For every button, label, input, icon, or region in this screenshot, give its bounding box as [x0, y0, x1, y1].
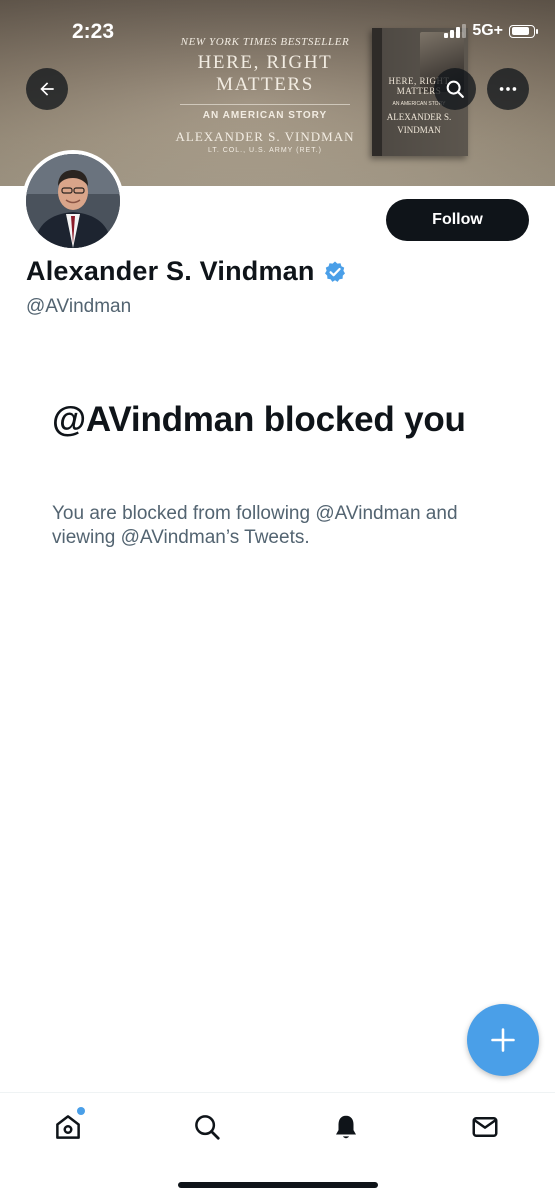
- notification-dot: [77, 1107, 85, 1115]
- network-type: 5G+: [472, 22, 503, 39]
- verified-badge-icon[interactable]: [323, 260, 347, 284]
- book-spine: [372, 28, 382, 156]
- cover-author-line1: ALEXANDER S.: [386, 112, 452, 122]
- signal-icon: [444, 24, 467, 38]
- battery-icon: [509, 24, 538, 38]
- status-time: 2:23: [72, 20, 115, 43]
- book-title-line1: HERE, RIGHT: [197, 52, 333, 73]
- cover-author-line2: VINDMAN: [397, 125, 441, 135]
- bell-icon: [336, 1115, 356, 1139]
- home-indicator: [178, 1182, 378, 1188]
- profile-name-row: Alexander S. Vindman: [26, 256, 347, 287]
- book-author: ALEXANDER S. VINDMAN: [175, 129, 355, 144]
- search-icon: [446, 80, 464, 98]
- blocked-description: You are blocked from following @AVindman…: [52, 503, 458, 548]
- avatar[interactable]: [22, 150, 124, 252]
- banner-book-text: NEW YORK TIMES BESTSELLER HERE, RIGHT MA…: [150, 36, 380, 154]
- nav-home[interactable]: [48, 1107, 88, 1147]
- nav-messages[interactable]: [465, 1107, 505, 1147]
- bestseller-label: NEW YORK TIMES BESTSELLER: [180, 36, 350, 48]
- back-button[interactable]: [26, 68, 68, 110]
- compose-tweet-button[interactable]: [467, 1004, 539, 1076]
- back-arrow-icon: [40, 82, 54, 96]
- follow-button[interactable]: Follow: [386, 199, 529, 241]
- more-icon: [499, 87, 517, 91]
- avatar-photo: [26, 154, 120, 248]
- status-indicators: 5G+: [444, 22, 538, 40]
- book-subtitle: AN AMERICAN STORY: [180, 104, 350, 121]
- nav-notifications[interactable]: [326, 1107, 366, 1147]
- profile-handle: @AVindman: [26, 296, 132, 317]
- display-name: Alexander S. Vindman: [26, 256, 315, 286]
- book-author-rank: LT. COL., U.S. ARMY (RET.): [207, 147, 323, 154]
- nav-explore[interactable]: [187, 1107, 227, 1147]
- more-options-button[interactable]: [487, 68, 529, 110]
- book-title-line2: MATTERS: [216, 74, 314, 95]
- blocked-title: @AVindman blocked you: [52, 400, 466, 439]
- mail-icon: [472, 1117, 498, 1137]
- search-button[interactable]: [434, 68, 476, 110]
- search-icon: [195, 1115, 220, 1140]
- plus-icon: [491, 1028, 515, 1052]
- home-icon: [56, 1115, 80, 1139]
